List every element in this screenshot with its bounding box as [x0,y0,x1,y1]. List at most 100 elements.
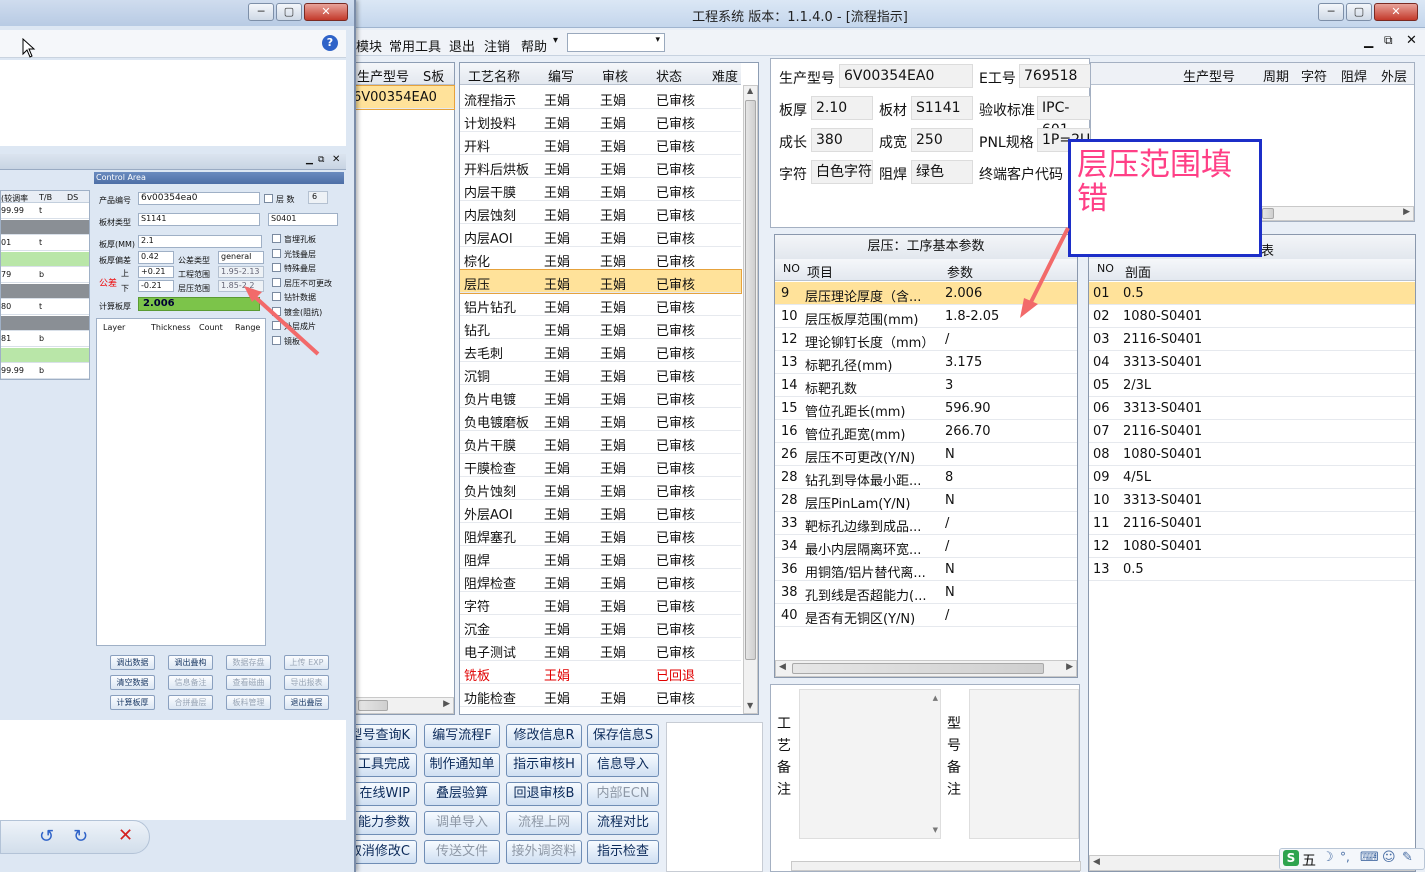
col-char[interactable]: 字符 [1301,66,1327,85]
process-row[interactable]: 计划投料 王娟 王娟 已审核 [460,109,741,132]
process-row[interactable]: 流程指示 王娟 王娟 已审核 [460,86,741,109]
tol-minus-field[interactable]: -0.21 [138,280,174,292]
process-row[interactable]: 阻焊塞孔 王娟 王娟 已审核 [460,523,741,546]
option-checkbox[interactable]: 光钱叠层 [272,247,344,260]
col-reviewer[interactable]: 审核 [602,66,628,85]
layer-grid-row[interactable] [1,316,89,331]
action-button[interactable]: 编写流程F [424,724,500,748]
product-no-field[interactable]: 6v00354ea0 [138,192,260,205]
layer-grid-row[interactable]: 01 t [1,236,89,251]
checkbox[interactable] [272,234,281,243]
moon-icon[interactable]: ☽ [1322,850,1334,865]
process-row[interactable]: 内层AOI 王娟 王娟 已审核 [460,224,741,247]
board-type2-select[interactable]: S0401 [268,213,338,226]
tol-type-select[interactable]: general [218,251,264,264]
col-no[interactable]: NO [1097,262,1114,275]
param-row[interactable]: 34 最小内层隔离环宽... / [775,535,1077,558]
process-row[interactable]: 棕化 王娟 王娟 已审核 [460,247,741,270]
product-field[interactable]: 6V00354EA0 [839,64,973,88]
layer-count-field[interactable]: 6 [308,191,328,204]
stackup-row[interactable]: 12 1080-S0401 [1089,535,1415,558]
stackup-action-button[interactable]: 板料管理 [226,695,271,710]
maximize-button[interactable]: ▢ [276,3,302,21]
col-mask[interactable]: 阻焊 [1341,66,1367,85]
arrow-up-icon[interactable]: ▲ [747,86,753,95]
delete-icon[interactable]: ✕ [118,825,133,846]
process-row[interactable]: 开料 王娟 王娟 已审核 [460,132,741,155]
process-row[interactable]: 铝片钻孔 王娟 王娟 已审核 [460,293,741,316]
arrow-right-icon[interactable]: ▶ [1066,662,1073,672]
layer-grid-row[interactable] [1,284,89,299]
col-no[interactable]: NO [783,262,800,275]
layer-grid-row[interactable]: 80 t [1,300,89,315]
stackup-action-button[interactable]: 导出报表 [284,675,329,690]
stackup-action-button[interactable]: 清空数据 [110,675,155,690]
param-row[interactable]: 14 标靶孔数 3 [775,374,1077,397]
process-row[interactable]: 内层干膜 王娟 王娟 已审核 [460,178,741,201]
minimize-icon[interactable]: ▁ [306,155,313,165]
maximize-button[interactable]: ▢ [1346,3,1372,21]
param-row[interactable]: 36 用铜箔/铝片替代离... N [775,558,1077,581]
action-button[interactable]: 修改信息R [506,724,582,748]
process-row[interactable]: 层压 王娟 王娟 已审核 [460,269,742,294]
stackup-row[interactable]: 09 4/5L [1089,466,1415,489]
product-row[interactable]: 6V00354EA0 [352,85,455,110]
process-row[interactable]: 去毛刺 王娟 王娟 已审核 [460,339,741,362]
length-field[interactable]: 380 [811,128,873,152]
minimize-button[interactable]: ─ [1318,3,1344,21]
mdi-close-button[interactable]: ✕ [1406,33,1417,48]
wrench-icon[interactable]: ✎ [1402,850,1413,865]
chevron-down-icon[interactable]: ▾ [553,35,558,46]
stackup-action-button[interactable]: 信息备注 [168,675,213,690]
stackup-row[interactable]: 02 1080-S0401 [1089,305,1415,328]
process-row[interactable]: 钻孔 王娟 王娟 已审核 [460,316,741,339]
arrow-left-icon[interactable]: ◀ [779,662,786,672]
stackup-action-button[interactable]: 计算板厚 [110,695,155,710]
action-button[interactable]: 传送文件 [424,840,500,864]
action-button[interactable]: 制作通知单 [424,753,500,777]
stackup-row[interactable]: 06 3313-S0401 [1089,397,1415,420]
punct-icon[interactable]: °, [1340,850,1350,864]
redo-icon[interactable]: ↻ [73,826,88,847]
process-row[interactable]: 内层蚀刻 王娟 王娟 已审核 [460,201,741,224]
standard-field[interactable]: IPC-601 [1037,96,1092,138]
thick-field[interactable]: 2.1 [138,235,262,248]
col-writer[interactable]: 编写 [548,66,574,85]
col-product[interactable]: 生产型号 [1183,66,1235,85]
layer-checkbox[interactable] [264,194,273,203]
stackup-row[interactable]: 11 2116-S0401 [1089,512,1415,535]
v-scrollbar[interactable]: ▲ ▼ [743,85,758,714]
layer-grid-row[interactable] [1,220,89,235]
process-remark-field[interactable]: ▲ ▼ [799,689,941,839]
layer-grid-row[interactable]: 99.99 b [1,364,89,379]
process-row[interactable]: 负电镀磨板 王娟 王娟 已审核 [460,408,741,431]
stackup-action-button[interactable]: 合拼叠层 [168,695,213,710]
param-row[interactable]: 16 管位孔距宽(mm) 266.70 [775,420,1077,443]
close-button[interactable]: ✕ [304,3,348,21]
menu-exit[interactable]: 退出 [449,36,475,55]
stackup-action-button[interactable]: 数据存盘 [226,655,271,670]
process-row[interactable]: 功能检查 王娟 王娟 已审核 [460,684,741,707]
action-button[interactable]: 接外调资料 [506,840,582,864]
ime-mode[interactable]: 五 [1302,850,1316,870]
scroll-thumb[interactable] [792,663,1044,674]
arrow-up-icon[interactable]: ▲ [933,694,938,702]
layer-grid-row[interactable] [1,348,89,363]
menu-tools[interactable]: 常用工具 [389,36,441,55]
restore-icon[interactable]: ⧉ [318,155,324,165]
h-scrollbar[interactable]: ▶ [353,697,454,714]
action-button[interactable]: 回退审核B [506,782,582,806]
mask-field[interactable]: 绿色 [911,160,973,184]
col-process-name[interactable]: 工艺名称 [468,66,520,85]
action-button[interactable]: 叠层验算 [424,782,500,806]
process-row[interactable]: 终检 王娟 王娟 已审核 [460,707,741,714]
param-row[interactable]: 28 层压PinLam(Y/N) N [775,489,1077,512]
arrow-right-icon[interactable]: ▶ [443,699,450,709]
col-period[interactable]: 周期 [1263,66,1289,85]
stackup-row[interactable]: 08 1080-S0401 [1089,443,1415,466]
stackup-row[interactable]: 13 0.5 [1089,558,1415,581]
stackup-row[interactable]: 04 3313-S0401 [1089,351,1415,374]
col-count[interactable]: Count [199,323,223,332]
process-row[interactable]: 干膜检查 王娟 王娟 已审核 [460,454,741,477]
param-row[interactable]: 15 管位孔距长(mm) 596.90 [775,397,1077,420]
